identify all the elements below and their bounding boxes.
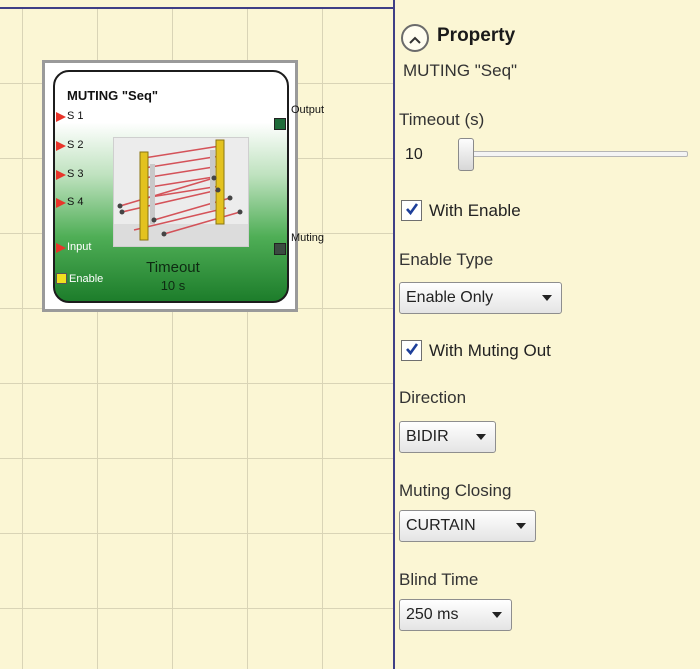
blind-time-dropdown[interactable]: 250 ms — [399, 599, 512, 631]
block-timeout-value: 10 s — [160, 278, 186, 293]
property-title: Property — [437, 25, 516, 46]
input-port-s3-label: S 3 — [67, 168, 84, 180]
canvas-top-edge — [0, 0, 393, 9]
muting-port-label: Muting — [291, 232, 325, 244]
timeout-slider-track[interactable] — [462, 151, 688, 157]
chevron-down-icon — [492, 612, 502, 618]
chevron-down-icon — [476, 434, 486, 440]
with-muting-out-label[interactable]: With Muting Out — [429, 341, 551, 361]
blind-time-value: 250 ms — [406, 606, 459, 623]
muting-port[interactable] — [274, 243, 286, 255]
muting-light-curtain-icon — [113, 137, 249, 247]
input-port-input-label: Input — [67, 241, 92, 253]
input-port-s2[interactable] — [56, 141, 66, 151]
timeout-label: Timeout (s) — [399, 110, 485, 129]
collapse-button[interactable] — [401, 24, 429, 52]
blind-time-label: Blind Time — [399, 570, 479, 589]
enable-type-value: Enable Only — [406, 289, 494, 306]
timeout-value: 10 — [405, 146, 423, 163]
muting-closing-value: CURTAIN — [406, 517, 476, 534]
input-port-s1[interactable] — [56, 112, 66, 122]
direction-label: Direction — [399, 388, 467, 407]
chevron-down-icon — [516, 523, 526, 529]
enable-port[interactable] — [56, 273, 67, 284]
input-port-s1-label: S 1 — [67, 110, 84, 122]
with-enable-label[interactable]: With Enable — [429, 201, 521, 221]
direction-value: BIDIR — [406, 428, 449, 445]
output-port-label: Output — [291, 104, 325, 116]
enable-type-label: Enable Type — [399, 250, 494, 269]
muting-closing-dropdown[interactable]: CURTAIN — [399, 510, 536, 542]
with-muting-out-checkbox[interactable] — [401, 340, 422, 361]
property-block-name: MUTING "Seq" — [403, 61, 518, 80]
checkmark-icon — [405, 341, 419, 360]
chevron-up-icon — [409, 29, 421, 48]
enable-port-label: Enable — [69, 273, 104, 285]
panel-divider[interactable] — [393, 0, 395, 669]
checkmark-icon — [405, 201, 419, 220]
muting-closing-label: Muting Closing — [399, 481, 512, 500]
input-port-s4[interactable] — [56, 198, 66, 208]
timeout-slider-thumb[interactable] — [458, 138, 474, 171]
chevron-down-icon — [542, 295, 552, 301]
with-enable-checkbox[interactable] — [401, 200, 422, 221]
enable-type-dropdown[interactable]: Enable Only — [399, 282, 562, 314]
input-port-s3[interactable] — [56, 170, 66, 180]
direction-dropdown[interactable]: BIDIR — [399, 421, 496, 453]
input-port-s2-label: S 2 — [67, 139, 84, 151]
input-port-s4-label: S 4 — [67, 196, 84, 208]
block-title: MUTING "Seq" — [67, 88, 159, 103]
block-timeout-label: Timeout — [146, 259, 200, 276]
input-port-input[interactable] — [56, 243, 66, 253]
output-port[interactable] — [274, 118, 286, 130]
